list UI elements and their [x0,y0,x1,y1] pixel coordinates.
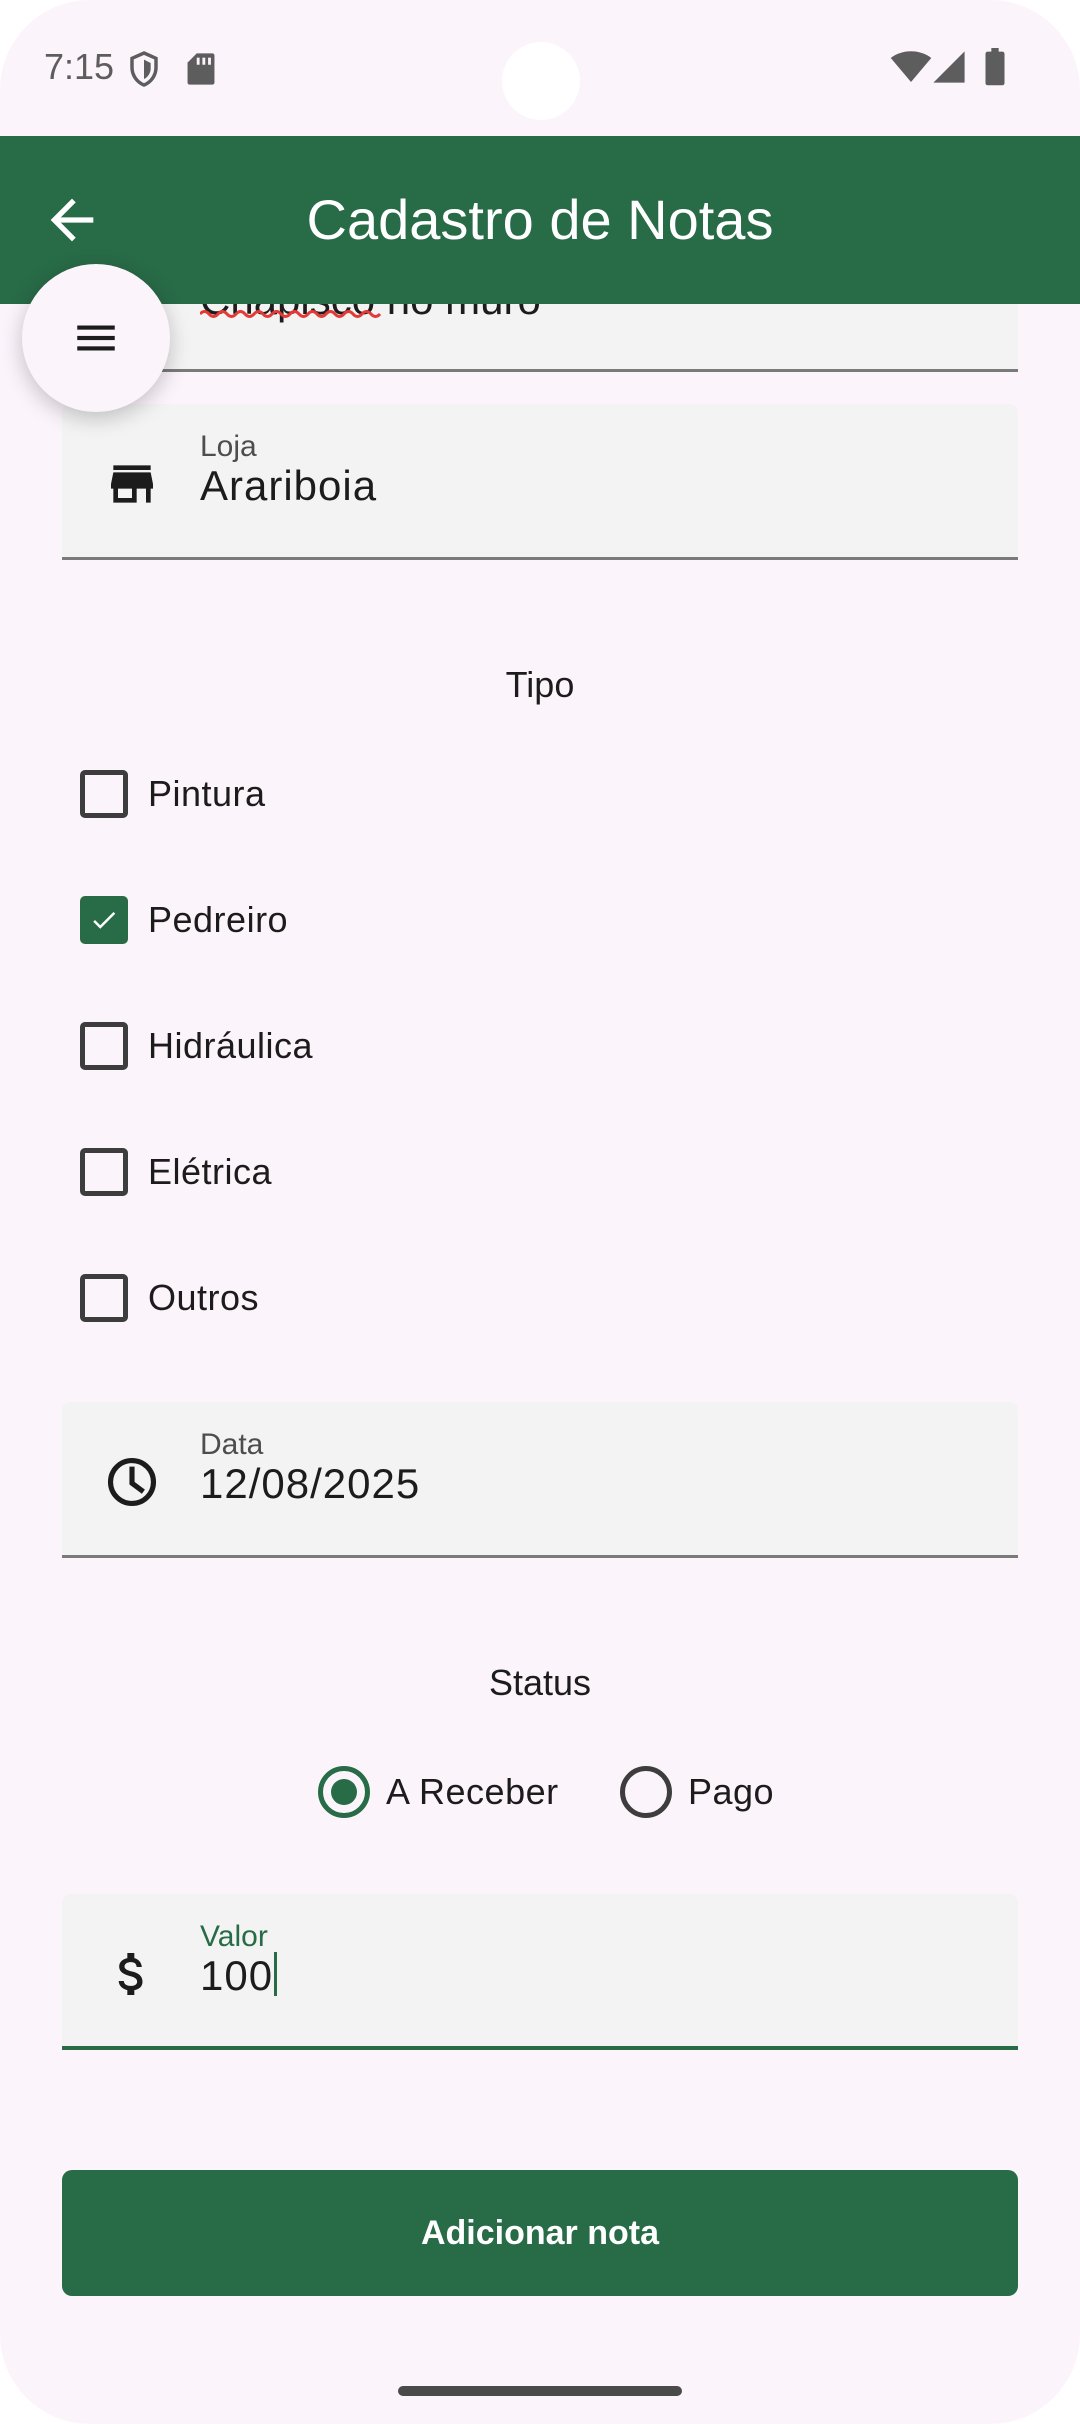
loja-label: Loja [200,430,257,463]
checkbox-label: Pedreiro [148,899,289,940]
screen: 7:15 Cadastro de Notas Loja Arariboia Ti… [0,0,1080,2424]
data-field[interactable]: Data 12/08/2025 [62,1402,1018,1558]
loja-value: Arariboia [200,462,378,509]
signal-icon [933,51,965,83]
text-cursor [274,1952,278,1996]
battery-icon [985,48,1005,86]
data-value: 12/08/2025 [200,1460,421,1507]
add-note-button[interactable]: Adicionar nota [62,2170,1018,2296]
status-bar: 7:15 [0,0,1080,136]
checkbox-pedreiro[interactable]: Pedreiro [80,890,288,950]
checkbox-label: Outros [148,1277,260,1318]
checkbox-label: Hidráulica [148,1025,314,1066]
shield-icon [130,51,158,87]
checkbox-box[interactable] [80,1274,128,1322]
status-radio-group: A Receber Pago [0,1762,1080,1822]
status-time: 7:15 [44,46,115,87]
checkbox-pintura[interactable]: Pintura [80,764,266,824]
valor-label: Valor [200,1920,268,1953]
radio-a-receber[interactable]: A Receber [318,1762,559,1822]
radio-label: A Receber [386,1771,559,1812]
checkbox-label: Elétrica [148,1151,273,1192]
page-title: Cadastro de Notas [306,188,774,251]
checkbox-box[interactable] [80,896,128,944]
checkbox-box[interactable] [80,1148,128,1196]
checkbox-outros[interactable]: Outros [80,1268,259,1328]
radio-button[interactable] [318,1766,370,1818]
home-indicator[interactable] [398,2386,682,2396]
valor-input[interactable]: 100 [200,1952,278,2000]
checkbox-box[interactable] [80,770,128,818]
camera-cutout [502,42,580,120]
checkbox-hidraulica[interactable]: Hidráulica [80,1016,313,1076]
sd-card-icon [187,53,215,85]
clock-icon [107,1457,157,1507]
tipo-title: Tipo [505,664,575,705]
loja-field[interactable]: Loja Arariboia [62,404,1018,560]
wifi-icon [890,51,932,82]
valor-value: 100 [200,1952,274,1999]
checkmark-icon [93,912,116,929]
radio-label: Pago [688,1771,775,1812]
data-label: Data [200,1428,264,1461]
store-icon [111,465,153,503]
menu-button[interactable] [22,264,170,412]
checkbox-box[interactable] [80,1022,128,1070]
checkbox-label: Pintura [148,773,266,814]
dollar-icon [118,1953,143,1995]
radio-pago[interactable]: Pago [620,1762,774,1822]
valor-field[interactable]: Valor 100 [62,1894,1018,2050]
status-title: Status [488,1662,592,1703]
app-bar: Cadastro de Notas [0,136,1080,304]
menu-icon [77,325,115,351]
spellcheck-underline [200,310,382,318]
checkbox-eletrica[interactable]: Elétrica [80,1142,272,1202]
radio-button[interactable] [620,1766,672,1818]
